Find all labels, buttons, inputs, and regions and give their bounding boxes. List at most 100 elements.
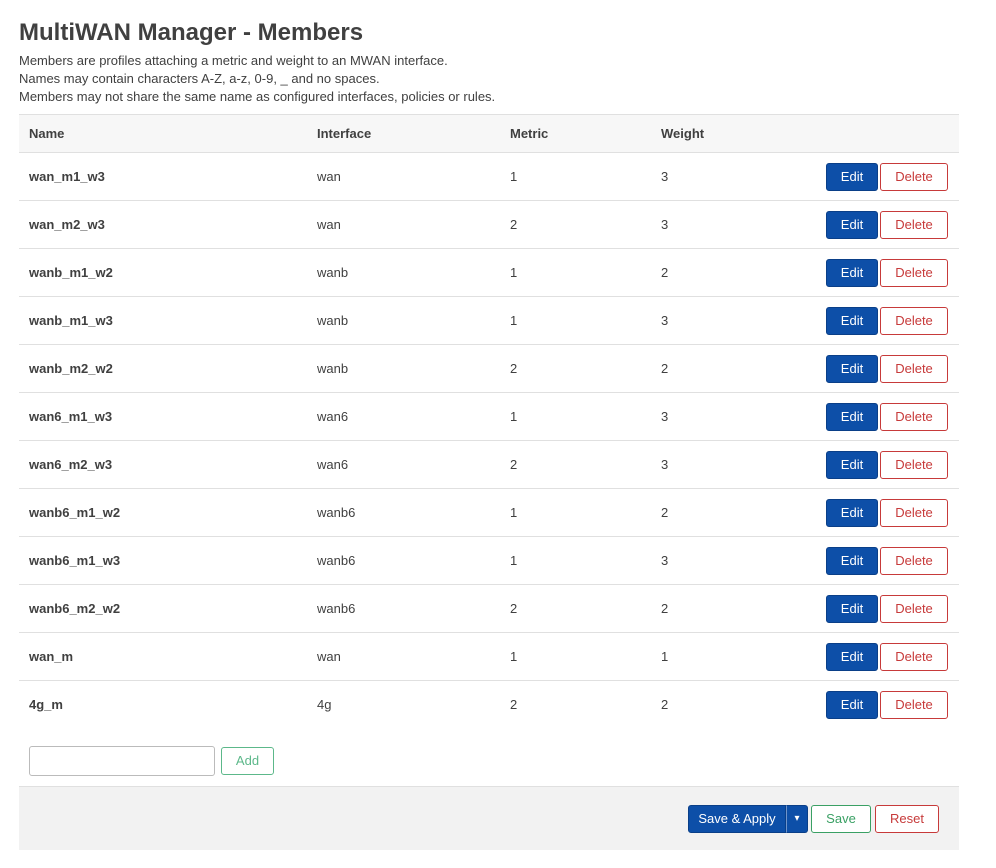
member-name: wan6_m1_w3	[29, 409, 113, 424]
member-weight: 3	[661, 313, 669, 328]
table-row: wanb6_m2_w2 wanb6 2 2 Edit Delete	[19, 585, 959, 633]
edit-button[interactable]: Edit	[826, 163, 878, 191]
edit-button[interactable]: Edit	[826, 355, 878, 383]
member-interface: wan6	[317, 409, 349, 424]
member-weight: 3	[661, 457, 669, 472]
member-interface: wan	[317, 217, 341, 232]
member-interface: wanb6	[317, 505, 356, 520]
table-row: wanb6_m1_w3 wanb6 1 3 Edit Delete	[19, 537, 959, 585]
member-name: wan_m2_w3	[29, 217, 105, 232]
edit-button[interactable]: Edit	[826, 403, 878, 431]
member-weight: 2	[661, 361, 669, 376]
description-line: Names may contain characters A-Z, a-z, 0…	[19, 71, 380, 86]
delete-button[interactable]: Delete	[880, 499, 948, 527]
delete-button[interactable]: Delete	[880, 259, 948, 287]
description-line: Members may not share the same name as c…	[19, 89, 496, 104]
member-interface: wanb	[317, 361, 349, 376]
delete-button[interactable]: Delete	[880, 163, 948, 191]
member-weight: 3	[661, 169, 669, 184]
edit-button[interactable]: Edit	[826, 259, 878, 287]
table-row: wanb_m1_w2 wanb 1 2 Edit Delete	[19, 249, 959, 297]
member-weight: 3	[661, 409, 669, 424]
edit-button[interactable]: Edit	[826, 307, 878, 335]
delete-button[interactable]: Delete	[880, 403, 948, 431]
member-name: wanb6_m1_w2	[29, 505, 121, 520]
member-name: wanb6_m1_w3	[29, 553, 121, 568]
member-weight: 2	[661, 697, 669, 712]
delete-button[interactable]: Delete	[880, 643, 948, 671]
edit-button[interactable]: Edit	[826, 547, 878, 575]
member-interface: wanb6	[317, 601, 356, 616]
edit-button[interactable]: Edit	[826, 499, 878, 527]
page-description: Members are profiles attaching a metric …	[19, 52, 495, 106]
chevron-down-icon[interactable]: ▾	[786, 805, 808, 833]
footer-actions: Save & Apply ▾ Save Reset	[19, 786, 959, 850]
table-row: 4g_m 4g 2 2 Edit Delete	[19, 681, 959, 729]
member-metric: 1	[510, 169, 518, 184]
add-button[interactable]: Add	[221, 747, 274, 775]
member-name: wanb_m1_w3	[29, 313, 113, 328]
member-weight: 2	[661, 505, 669, 520]
delete-button[interactable]: Delete	[880, 211, 948, 239]
header-interface: Interface	[317, 126, 372, 141]
member-name: wan_m	[29, 649, 74, 664]
delete-button[interactable]: Delete	[880, 451, 948, 479]
member-weight: 1	[661, 649, 669, 664]
member-interface: 4g	[317, 697, 332, 712]
member-interface: wanb6	[317, 553, 356, 568]
member-name: 4g_m	[29, 697, 63, 712]
new-member-name-input[interactable]	[29, 746, 215, 776]
table-row: wanb_m1_w3 wanb 1 3 Edit Delete	[19, 297, 959, 345]
member-metric: 1	[510, 409, 518, 424]
table-row: wan_m2_w3 wan 2 3 Edit Delete	[19, 201, 959, 249]
member-interface: wanb	[317, 313, 349, 328]
reset-button[interactable]: Reset	[875, 805, 939, 833]
table-row: wanb_m2_w2 wanb 2 2 Edit Delete	[19, 345, 959, 393]
member-metric: 1	[510, 649, 518, 664]
description-line: Members are profiles attaching a metric …	[19, 53, 448, 68]
member-name: wanb_m1_w2	[29, 265, 113, 280]
edit-button[interactable]: Edit	[826, 595, 878, 623]
member-metric: 2	[510, 361, 518, 376]
member-name: wan_m1_w3	[29, 169, 105, 184]
member-weight: 2	[661, 601, 669, 616]
edit-button[interactable]: Edit	[826, 643, 878, 671]
member-metric: 2	[510, 457, 518, 472]
table-body: wan_m1_w3 wan 1 3 Edit Delete wan_m2_w3 wan 2 3 Ed…	[19, 153, 959, 729]
edit-button[interactable]: Edit	[826, 451, 878, 479]
member-metric: 1	[510, 553, 518, 568]
edit-button[interactable]: Edit	[826, 211, 878, 239]
delete-button[interactable]: Delete	[880, 307, 948, 335]
header-weight: Weight	[661, 126, 705, 141]
table-row: wanb6_m1_w2 wanb6 1 2 Edit Delete	[19, 489, 959, 537]
delete-button[interactable]: Delete	[880, 547, 948, 575]
edit-button[interactable]: Edit	[826, 691, 878, 719]
member-metric: 1	[510, 505, 518, 520]
member-weight: 2	[661, 265, 669, 280]
member-interface: wanb	[317, 265, 349, 280]
member-metric: 1	[510, 265, 518, 280]
member-metric: 2	[510, 217, 518, 232]
table-header: Name Interface Metric Weight	[19, 114, 959, 153]
member-weight: 3	[661, 553, 669, 568]
save-apply-button[interactable]: Save & Apply	[688, 805, 786, 833]
save-button[interactable]: Save	[811, 805, 871, 833]
member-interface: wan	[317, 649, 341, 664]
delete-button[interactable]: Delete	[880, 355, 948, 383]
member-interface: wan	[317, 169, 341, 184]
member-metric: 1	[510, 313, 518, 328]
table-row: wan_m wan 1 1 Edit Delete	[19, 633, 959, 681]
delete-button[interactable]: Delete	[880, 595, 948, 623]
table-row: wan_m1_w3 wan 1 3 Edit Delete	[19, 153, 959, 201]
header-name: Name	[29, 126, 65, 141]
header-metric: Metric	[510, 126, 549, 141]
member-name: wanb6_m2_w2	[29, 601, 121, 616]
member-metric: 2	[510, 697, 518, 712]
delete-button[interactable]: Delete	[880, 691, 948, 719]
table-row: wan6_m2_w3 wan6 2 3 Edit Delete	[19, 441, 959, 489]
member-name: wanb_m2_w2	[29, 361, 113, 376]
page-title: MultiWAN Manager - Members	[19, 19, 364, 46]
member-metric: 2	[510, 601, 518, 616]
member-interface: wan6	[317, 457, 349, 472]
member-name: wan6_m2_w3	[29, 457, 113, 472]
